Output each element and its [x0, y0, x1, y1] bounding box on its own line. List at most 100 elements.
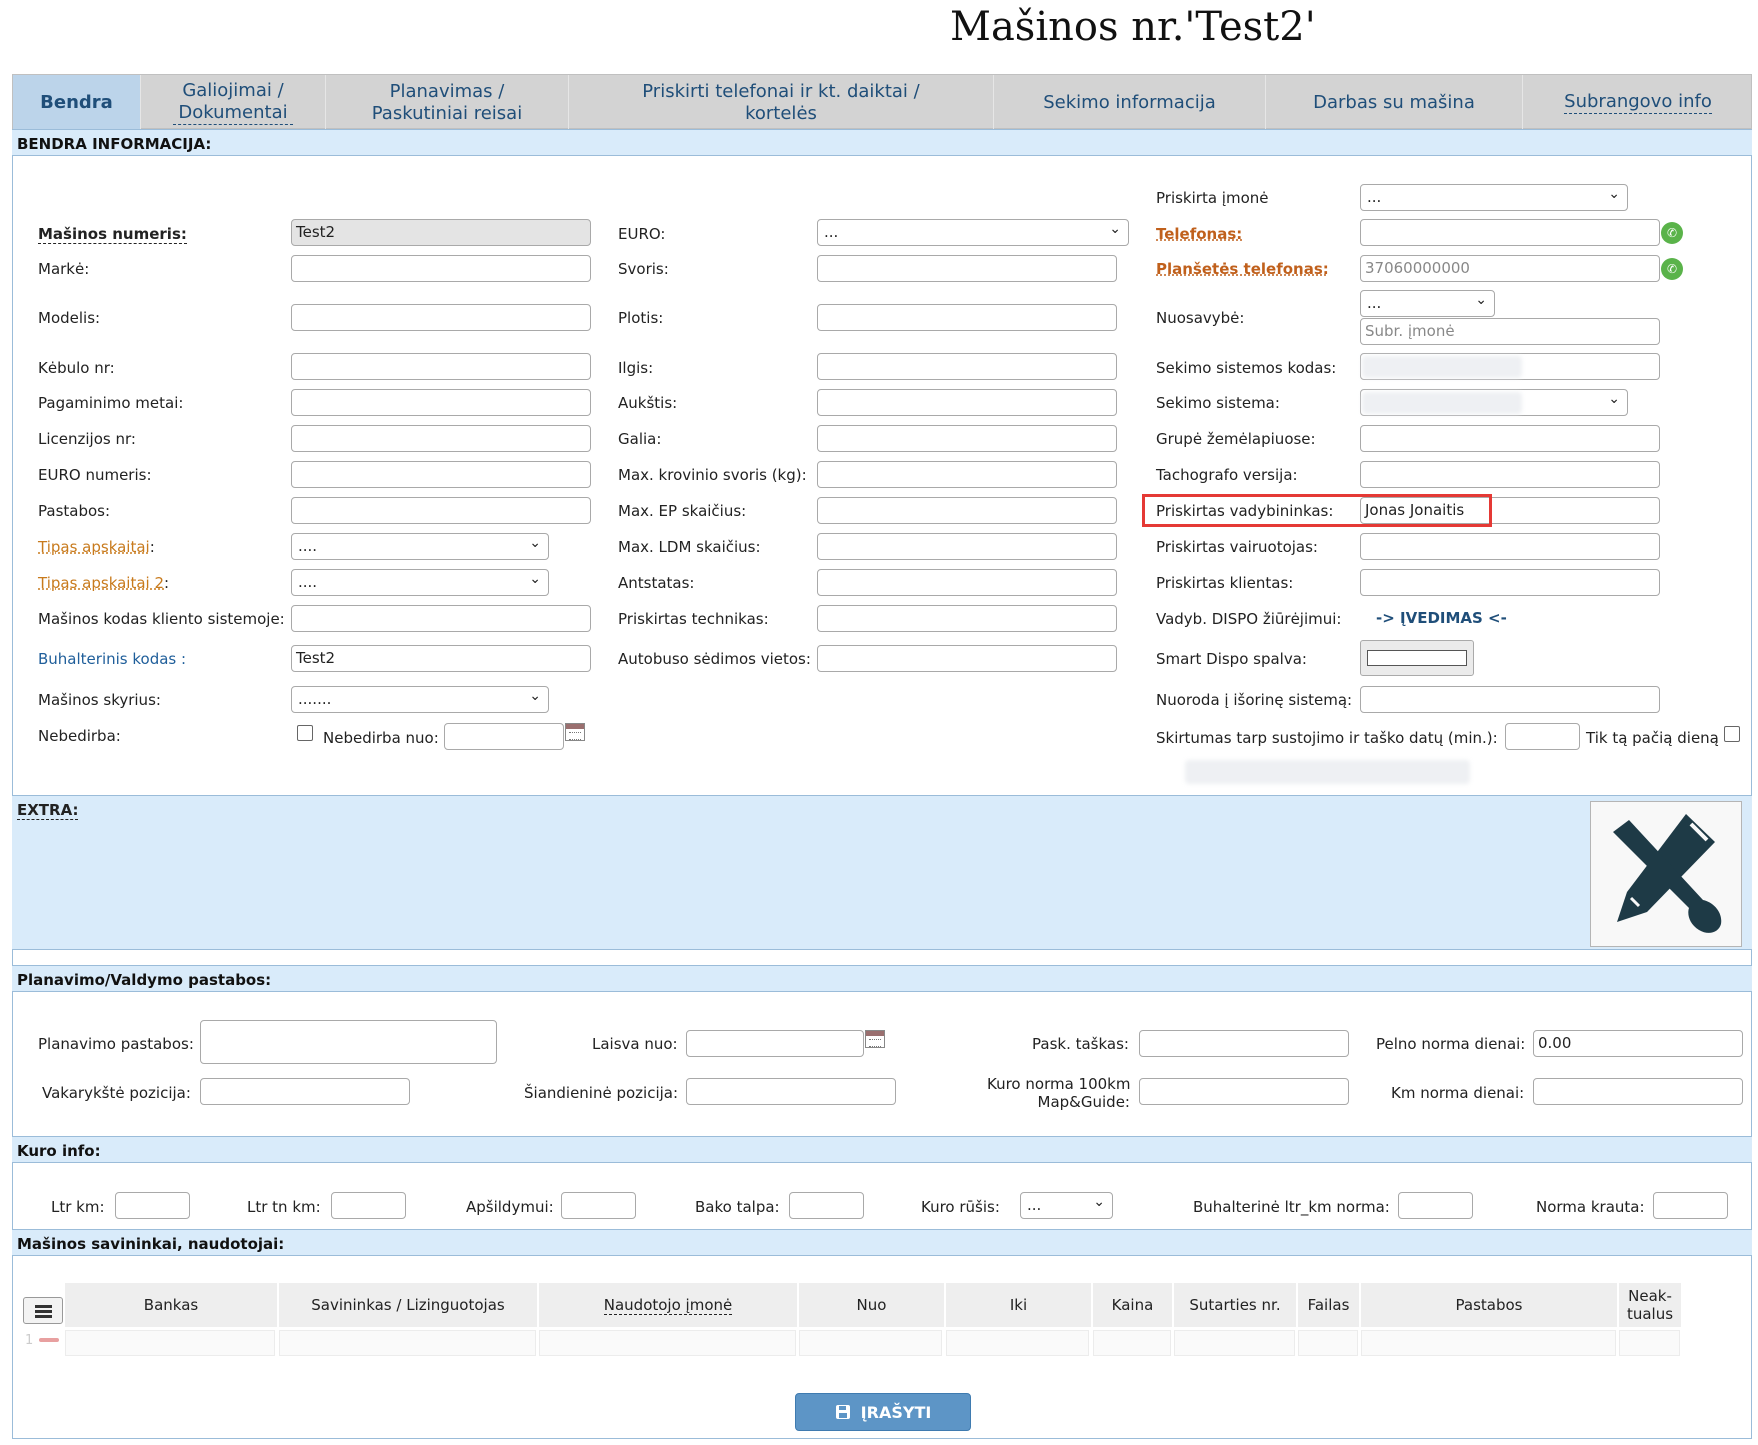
- ownership-select[interactable]: ... ⌄: [1360, 290, 1495, 317]
- remove-row-icon[interactable]: [39, 1338, 59, 1342]
- length-label: Ilgis:: [618, 359, 654, 377]
- table-cell[interactable]: [279, 1330, 536, 1356]
- planning-notes-textarea[interactable]: [200, 1020, 497, 1064]
- stop-diff-field[interactable]: [1505, 723, 1580, 750]
- trailer-field[interactable]: [817, 569, 1117, 596]
- column-header-owner[interactable]: Savininkas / Lizinguotojas: [279, 1283, 538, 1327]
- table-cell[interactable]: [1174, 1330, 1295, 1356]
- length-field[interactable]: [817, 353, 1117, 380]
- column-header-to[interactable]: Iki: [946, 1283, 1092, 1327]
- max-ep-field[interactable]: [817, 497, 1117, 524]
- inactive-checkbox[interactable]: [297, 725, 313, 741]
- accounting-type2-select[interactable]: .... ⌄: [291, 569, 549, 596]
- driver-field[interactable]: [1360, 533, 1660, 560]
- column-header-file[interactable]: Failas: [1298, 1283, 1360, 1327]
- weight-field[interactable]: [817, 255, 1117, 282]
- column-header-user-company[interactable]: Naudotojo įmonė: [539, 1283, 798, 1327]
- max-ldm-field[interactable]: [817, 533, 1117, 560]
- km-norm-field[interactable]: [1533, 1078, 1743, 1105]
- euro-select[interactable]: ... ⌄: [817, 219, 1129, 246]
- table-cell[interactable]: [1298, 1330, 1358, 1356]
- model-field[interactable]: [291, 304, 591, 331]
- tablet-phone-label[interactable]: Planšetės telefonas:: [1156, 260, 1329, 278]
- client-field[interactable]: [1360, 569, 1660, 596]
- height-field[interactable]: [817, 389, 1117, 416]
- tachograph-field[interactable]: [1360, 461, 1660, 488]
- accounting-norm-field[interactable]: [1398, 1192, 1473, 1219]
- dispo-link[interactable]: -> ĮVEDIMAS <-: [1376, 609, 1507, 627]
- save-button[interactable]: ĮRAŠYTI: [795, 1393, 971, 1431]
- license-label: Licenzijos nr:: [38, 430, 136, 448]
- accounting-type-select[interactable]: .... ⌄: [291, 533, 549, 560]
- department-select[interactable]: ....... ⌄: [291, 686, 549, 713]
- vehicle-number-field[interactable]: Test2: [291, 219, 591, 246]
- edit-tools-button[interactable]: [1590, 801, 1742, 947]
- accounting-type2-label[interactable]: Tipas apskaitai 2:: [38, 574, 169, 592]
- inactive-from-field[interactable]: [444, 723, 564, 750]
- tank-field[interactable]: [789, 1192, 864, 1219]
- ltr-tn-km-field[interactable]: [331, 1192, 406, 1219]
- column-header-bank[interactable]: Bankas: [65, 1283, 278, 1327]
- power-field[interactable]: [817, 425, 1117, 452]
- same-day-checkbox[interactable]: [1724, 726, 1740, 742]
- accounting-code-field[interactable]: Test2: [291, 645, 591, 672]
- table-cell[interactable]: [65, 1330, 275, 1356]
- profit-norm-field[interactable]: 0.00: [1533, 1030, 1743, 1057]
- free-from-field[interactable]: [686, 1030, 864, 1057]
- external-link-field[interactable]: [1360, 686, 1660, 713]
- heating-field[interactable]: [561, 1192, 636, 1219]
- column-header-notes[interactable]: Pastabos: [1361, 1283, 1618, 1327]
- tab-darbas-su-masina[interactable]: Darbas su mašina: [1266, 75, 1523, 130]
- calendar-icon[interactable]: [865, 1030, 885, 1048]
- yesterday-position-field[interactable]: [200, 1078, 410, 1105]
- last-point-field[interactable]: [1139, 1030, 1349, 1057]
- table-cell[interactable]: [1361, 1330, 1616, 1356]
- smart-dispo-color-label: Smart Dispo spalva:: [1156, 650, 1307, 668]
- technician-field[interactable]: [817, 605, 1117, 632]
- calendar-icon[interactable]: [565, 723, 585, 741]
- notes-field[interactable]: [291, 497, 591, 524]
- tab-bendra[interactable]: Bendra: [13, 75, 141, 130]
- phone-label[interactable]: Telefonas:: [1156, 225, 1242, 243]
- width-field[interactable]: [817, 304, 1117, 331]
- bus-seats-field[interactable]: [817, 645, 1117, 672]
- column-header-inactive[interactable]: Neak-tualus: [1619, 1283, 1682, 1327]
- phone-field[interactable]: [1360, 219, 1660, 246]
- table-cell[interactable]: [799, 1330, 942, 1356]
- tab-priskirti-telefonai[interactable]: Priskirti telefonai ir kt. daiktai / kor…: [569, 75, 994, 130]
- table-cell[interactable]: [1093, 1330, 1171, 1356]
- ltr-km-field[interactable]: [115, 1192, 190, 1219]
- body-number-field[interactable]: [291, 353, 591, 380]
- company-select[interactable]: ... ⌄: [1360, 184, 1628, 211]
- client-code-field[interactable]: [291, 605, 591, 632]
- euro-number-field[interactable]: [291, 461, 591, 488]
- tablet-phone-field[interactable]: 37060000000: [1360, 255, 1660, 282]
- tab-sekimo-informacija[interactable]: Sekimo informacija: [994, 75, 1266, 130]
- today-position-field[interactable]: [686, 1078, 896, 1105]
- phone-icon[interactable]: ✆: [1661, 222, 1683, 244]
- table-cell[interactable]: [946, 1330, 1089, 1356]
- loaded-norm-field[interactable]: [1653, 1192, 1728, 1219]
- phone-icon[interactable]: ✆: [1661, 258, 1683, 280]
- license-field[interactable]: [291, 425, 591, 452]
- table-cell[interactable]: [1619, 1330, 1680, 1356]
- column-header-from[interactable]: Nuo: [799, 1283, 945, 1327]
- subcompany-field[interactable]: Subr. įmonė: [1360, 318, 1660, 345]
- accounting-type-label[interactable]: Tipas apskaitai:: [38, 538, 155, 556]
- year-field[interactable]: [291, 389, 591, 416]
- tab-subrangovo-info[interactable]: Subrangovo info: [1523, 75, 1753, 130]
- menu-icon[interactable]: [23, 1297, 63, 1324]
- map-group-field[interactable]: [1360, 425, 1660, 452]
- column-header-price[interactable]: Kaina: [1093, 1283, 1173, 1327]
- table-cell[interactable]: [539, 1330, 796, 1356]
- column-header-contract[interactable]: Sutarties nr.: [1174, 1283, 1297, 1327]
- tab-galiojimai[interactable]: Galiojimai / Dokumentai: [141, 75, 326, 130]
- fuel-norm-field[interactable]: [1139, 1078, 1349, 1105]
- color-picker-button[interactable]: [1360, 640, 1474, 676]
- tab-planavimas[interactable]: Planavimas / Paskutiniai reisai: [326, 75, 569, 130]
- max-load-field[interactable]: [817, 461, 1117, 488]
- brand-field[interactable]: [291, 255, 591, 282]
- client-code-label: Mašinos kodas kliento sistemoje:: [38, 610, 285, 628]
- free-from-label: Laisva nuo:: [592, 1035, 678, 1053]
- fuel-type-select[interactable]: ... ⌄: [1020, 1192, 1113, 1219]
